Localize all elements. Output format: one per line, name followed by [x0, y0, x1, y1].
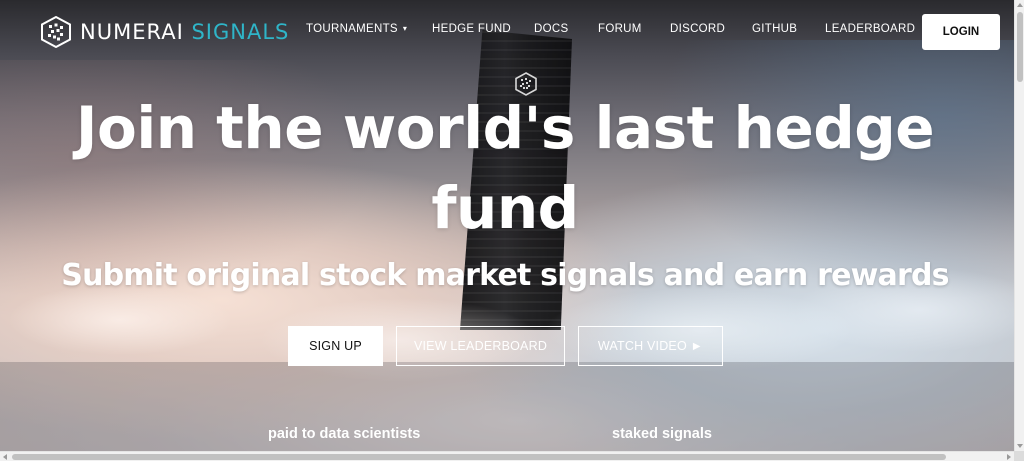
nav-item-tournaments[interactable]: TOURNAMENTS ▾	[306, 23, 407, 35]
chevron-down-icon: ▾	[402, 24, 408, 33]
nav-item-github[interactable]: GITHUB	[752, 23, 797, 35]
brand-name-accent: SIGNALS	[191, 20, 290, 44]
nav-item-label: TOURNAMENTS	[306, 23, 398, 35]
scroll-right-icon[interactable]	[1007, 454, 1011, 460]
scrollbar-corner	[1014, 451, 1024, 461]
scroll-down-icon[interactable]	[1017, 444, 1023, 448]
stats-band	[0, 362, 1014, 451]
stat-label-paid: paid to data scientists	[268, 426, 421, 442]
vertical-scrollbar[interactable]	[1014, 0, 1024, 451]
horizontal-scroll-thumb[interactable]	[12, 454, 946, 460]
login-button[interactable]: LOGIN	[922, 14, 1000, 50]
nav-item-docs[interactable]: DOCS	[534, 23, 568, 35]
scroll-up-icon[interactable]	[1017, 3, 1023, 7]
hero-title-line2: fund	[431, 174, 579, 242]
nav-item-hedge-fund[interactable]: HEDGE FUND	[432, 23, 511, 35]
stat-label-staked: staked signals	[612, 426, 712, 442]
nav-item-discord[interactable]: DISCORD	[670, 23, 725, 35]
nav-item-leaderboard[interactable]: LEADERBOARD	[825, 23, 915, 35]
nav-item-forum[interactable]: FORUM	[598, 23, 642, 35]
hero-subtitle: Submit original stock market signals and…	[61, 258, 949, 293]
brand-name-main: NUMERAI	[80, 20, 184, 44]
brand-logo[interactable]: NUMERAI SIGNALS	[40, 14, 289, 50]
hero-section: NUMERAI SIGNALS TOURNAMENTS ▾ HEDGE FUND …	[0, 0, 1014, 451]
watch-video-button[interactable]: WATCH VIDEO ►	[578, 326, 723, 366]
numerai-cube-icon	[41, 16, 71, 48]
vertical-scroll-thumb[interactable]	[1017, 12, 1023, 82]
hero-title-line1: Join the world's last hedge	[75, 94, 935, 162]
view-leaderboard-button[interactable]: VIEW LEADERBOARD	[396, 326, 565, 366]
horizontal-scrollbar[interactable]	[0, 451, 1014, 461]
sign-up-button[interactable]: SIGN UP	[288, 326, 383, 366]
scroll-left-icon[interactable]	[3, 454, 7, 460]
hero-title: Join the world's last hedge fund	[60, 88, 950, 248]
brand-name: NUMERAI SIGNALS	[80, 20, 289, 44]
